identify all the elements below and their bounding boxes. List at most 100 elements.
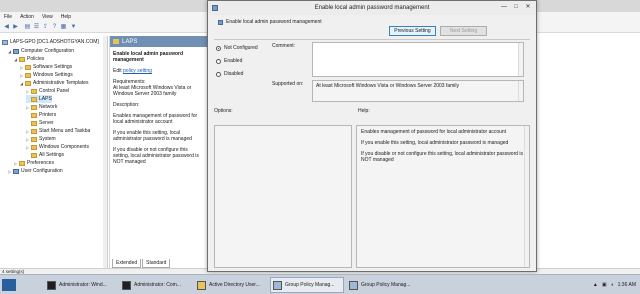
folder-icon — [25, 80, 31, 86]
config-icon — [13, 48, 19, 54]
next-setting-button[interactable]: Next Setting — [440, 26, 487, 36]
tree-item[interactable]: All Settings — [26, 151, 64, 159]
menu-action[interactable]: Action — [16, 12, 38, 20]
tray-arrow-icon[interactable]: ▲ — [593, 282, 598, 288]
radio-disabled[interactable]: Disabled — [216, 71, 243, 77]
gpm-icon — [273, 280, 282, 290]
dialog-title: Enable local admin password management — [314, 5, 430, 11]
comment-scrollbar[interactable] — [518, 43, 523, 76]
tree-item[interactable]: ▷ Preferences — [14, 159, 54, 167]
help-text-3: If you disable or not configure this set… — [361, 151, 524, 163]
radio-not-configured[interactable]: Not Configured — [216, 45, 258, 51]
export-icon[interactable]: ⇪ — [42, 24, 49, 31]
tree-item[interactable]: ▷ Control Panel — [26, 87, 69, 95]
console-icon — [122, 280, 131, 290]
tree-item[interactable]: Printers — [26, 111, 56, 119]
folder-icon — [19, 160, 25, 166]
filter-icon[interactable]: ▼ — [70, 24, 77, 31]
taskbar-item-ad-users[interactable]: Active Directory User... — [194, 277, 268, 293]
ext-desc-3: If you disable or not configure this set… — [113, 147, 199, 165]
tree-item[interactable]: Server — [26, 119, 54, 127]
network-icon[interactable]: ▣ — [602, 282, 607, 288]
taskbar-item-admin-wind[interactable]: Administrator: Wind... — [44, 277, 118, 293]
radio-dot — [216, 71, 221, 77]
properties-icon[interactable]: ▦ — [60, 24, 67, 31]
tree-item[interactable]: ▷ Windows Settings — [20, 71, 73, 79]
taskbar: Administrator: Wind... Administrator: Co… — [0, 274, 640, 294]
tree-item[interactable]: ▷ Network — [26, 103, 57, 111]
tree-scrollbar[interactable] — [103, 36, 107, 268]
radio-dot — [216, 45, 221, 51]
ext-body: Enable local admin password management E… — [110, 47, 207, 174]
menu-help[interactable]: Help — [57, 12, 75, 20]
comment-field[interactable] — [312, 42, 524, 77]
taskbar-item-admin-cmd[interactable]: Administrator: Com... — [119, 277, 193, 293]
folder-icon — [31, 104, 37, 110]
divider — [214, 39, 530, 40]
menu-file[interactable]: File — [0, 12, 16, 20]
close-icon[interactable]: ✕ — [522, 3, 534, 11]
folder-icon — [25, 72, 31, 78]
back-icon[interactable]: ◀ — [3, 24, 10, 31]
forward-icon[interactable]: ▶ — [12, 24, 19, 31]
ext-header: LAPS — [110, 36, 207, 47]
help-icon[interactable]: ? — [51, 24, 58, 31]
start-button-icon[interactable] — [2, 279, 16, 291]
tree-root[interactable]: LAPS-GPO [DC1.ADSHOTGYAN.COM] — [2, 38, 99, 46]
comment-label: Comment: — [272, 43, 296, 49]
dialog-subtitle: Enable local admin password management — [218, 19, 322, 25]
folder-icon — [31, 88, 37, 94]
ext-description-label: Description: — [113, 102, 140, 108]
minimize-icon[interactable]: — — [498, 3, 510, 11]
dialog-titlebar: Enable local admin password management —… — [208, 1, 536, 15]
taskbar-item-gpm-2[interactable]: Group Policy Manag... — [346, 277, 420, 293]
tree-item[interactable]: ▷ Windows Components — [26, 143, 89, 151]
tree-item[interactable]: ◢ Policies — [14, 55, 44, 63]
view-tabs: Extended Standard — [112, 259, 171, 268]
help-text-2: If you enable this setting, local admini… — [361, 140, 509, 146]
folder-icon — [31, 136, 37, 142]
ext-requirements: Requirements: At least Microsoft Windows … — [113, 79, 192, 97]
options-label: Options: — [214, 108, 233, 114]
tab-extended[interactable]: Extended — [112, 259, 142, 268]
list-icon[interactable]: ☰ — [33, 24, 40, 31]
volume-icon[interactable]: ◖ — [611, 282, 614, 288]
tree-item[interactable]: ◢ Administrative Templates — [20, 79, 89, 87]
supported-on-label: Supported on: — [272, 81, 304, 87]
extended-view-panel: LAPS Enable local admin password managem… — [109, 36, 207, 268]
tree-item[interactable]: ▷ Start Menu and Taskba — [26, 127, 90, 135]
previous-setting-button[interactable]: Previous Setting — [389, 26, 436, 36]
help-scrollbar[interactable] — [524, 126, 529, 267]
tree-item[interactable]: ▷ User Configuration — [8, 167, 63, 175]
folder-icon — [31, 120, 37, 126]
folder-icon[interactable]: ▤ — [24, 24, 31, 31]
help-label: Help: — [358, 108, 370, 114]
tree-item[interactable]: ◢ Computer Configuration — [8, 47, 74, 55]
supported-scrollbar[interactable] — [518, 81, 523, 101]
supported-on-field: At least Microsoft Windows Vista or Wind… — [312, 80, 524, 102]
radio-dot — [216, 58, 221, 64]
tree-item[interactable]: ▷ System — [26, 135, 56, 143]
help-pane: Enables management of password for local… — [356, 125, 530, 268]
tree-item[interactable]: LAPS — [26, 95, 52, 103]
gpm-icon — [349, 280, 358, 290]
menu-view[interactable]: View — [38, 12, 57, 20]
ext-desc-1: Enables management of password for local… — [113, 113, 198, 125]
gpo-icon — [2, 39, 8, 45]
folder-icon — [31, 112, 37, 118]
policy-icon — [212, 5, 218, 11]
options-pane — [214, 125, 352, 268]
radio-enabled[interactable]: Enabled — [216, 58, 242, 64]
taskbar-item-gpm-1[interactable]: Group Policy Manag... — [270, 277, 344, 293]
ext-desc-2: If you enable this setting, local admini… — [113, 130, 192, 142]
folder-icon — [113, 39, 119, 44]
ad-users-icon — [197, 280, 206, 290]
system-tray: ▲ ▣ ◖ 1:36 AM — [589, 282, 636, 288]
maximize-icon[interactable]: □ — [510, 3, 522, 11]
folder-icon — [31, 144, 37, 150]
tab-standard[interactable]: Standard — [142, 259, 171, 268]
edit-policy-link[interactable]: policy setting — [123, 68, 152, 74]
clock[interactable]: 1:36 AM — [618, 282, 636, 288]
folder-icon — [19, 56, 25, 62]
tree-item[interactable]: ▷ Software Settings — [20, 63, 72, 71]
